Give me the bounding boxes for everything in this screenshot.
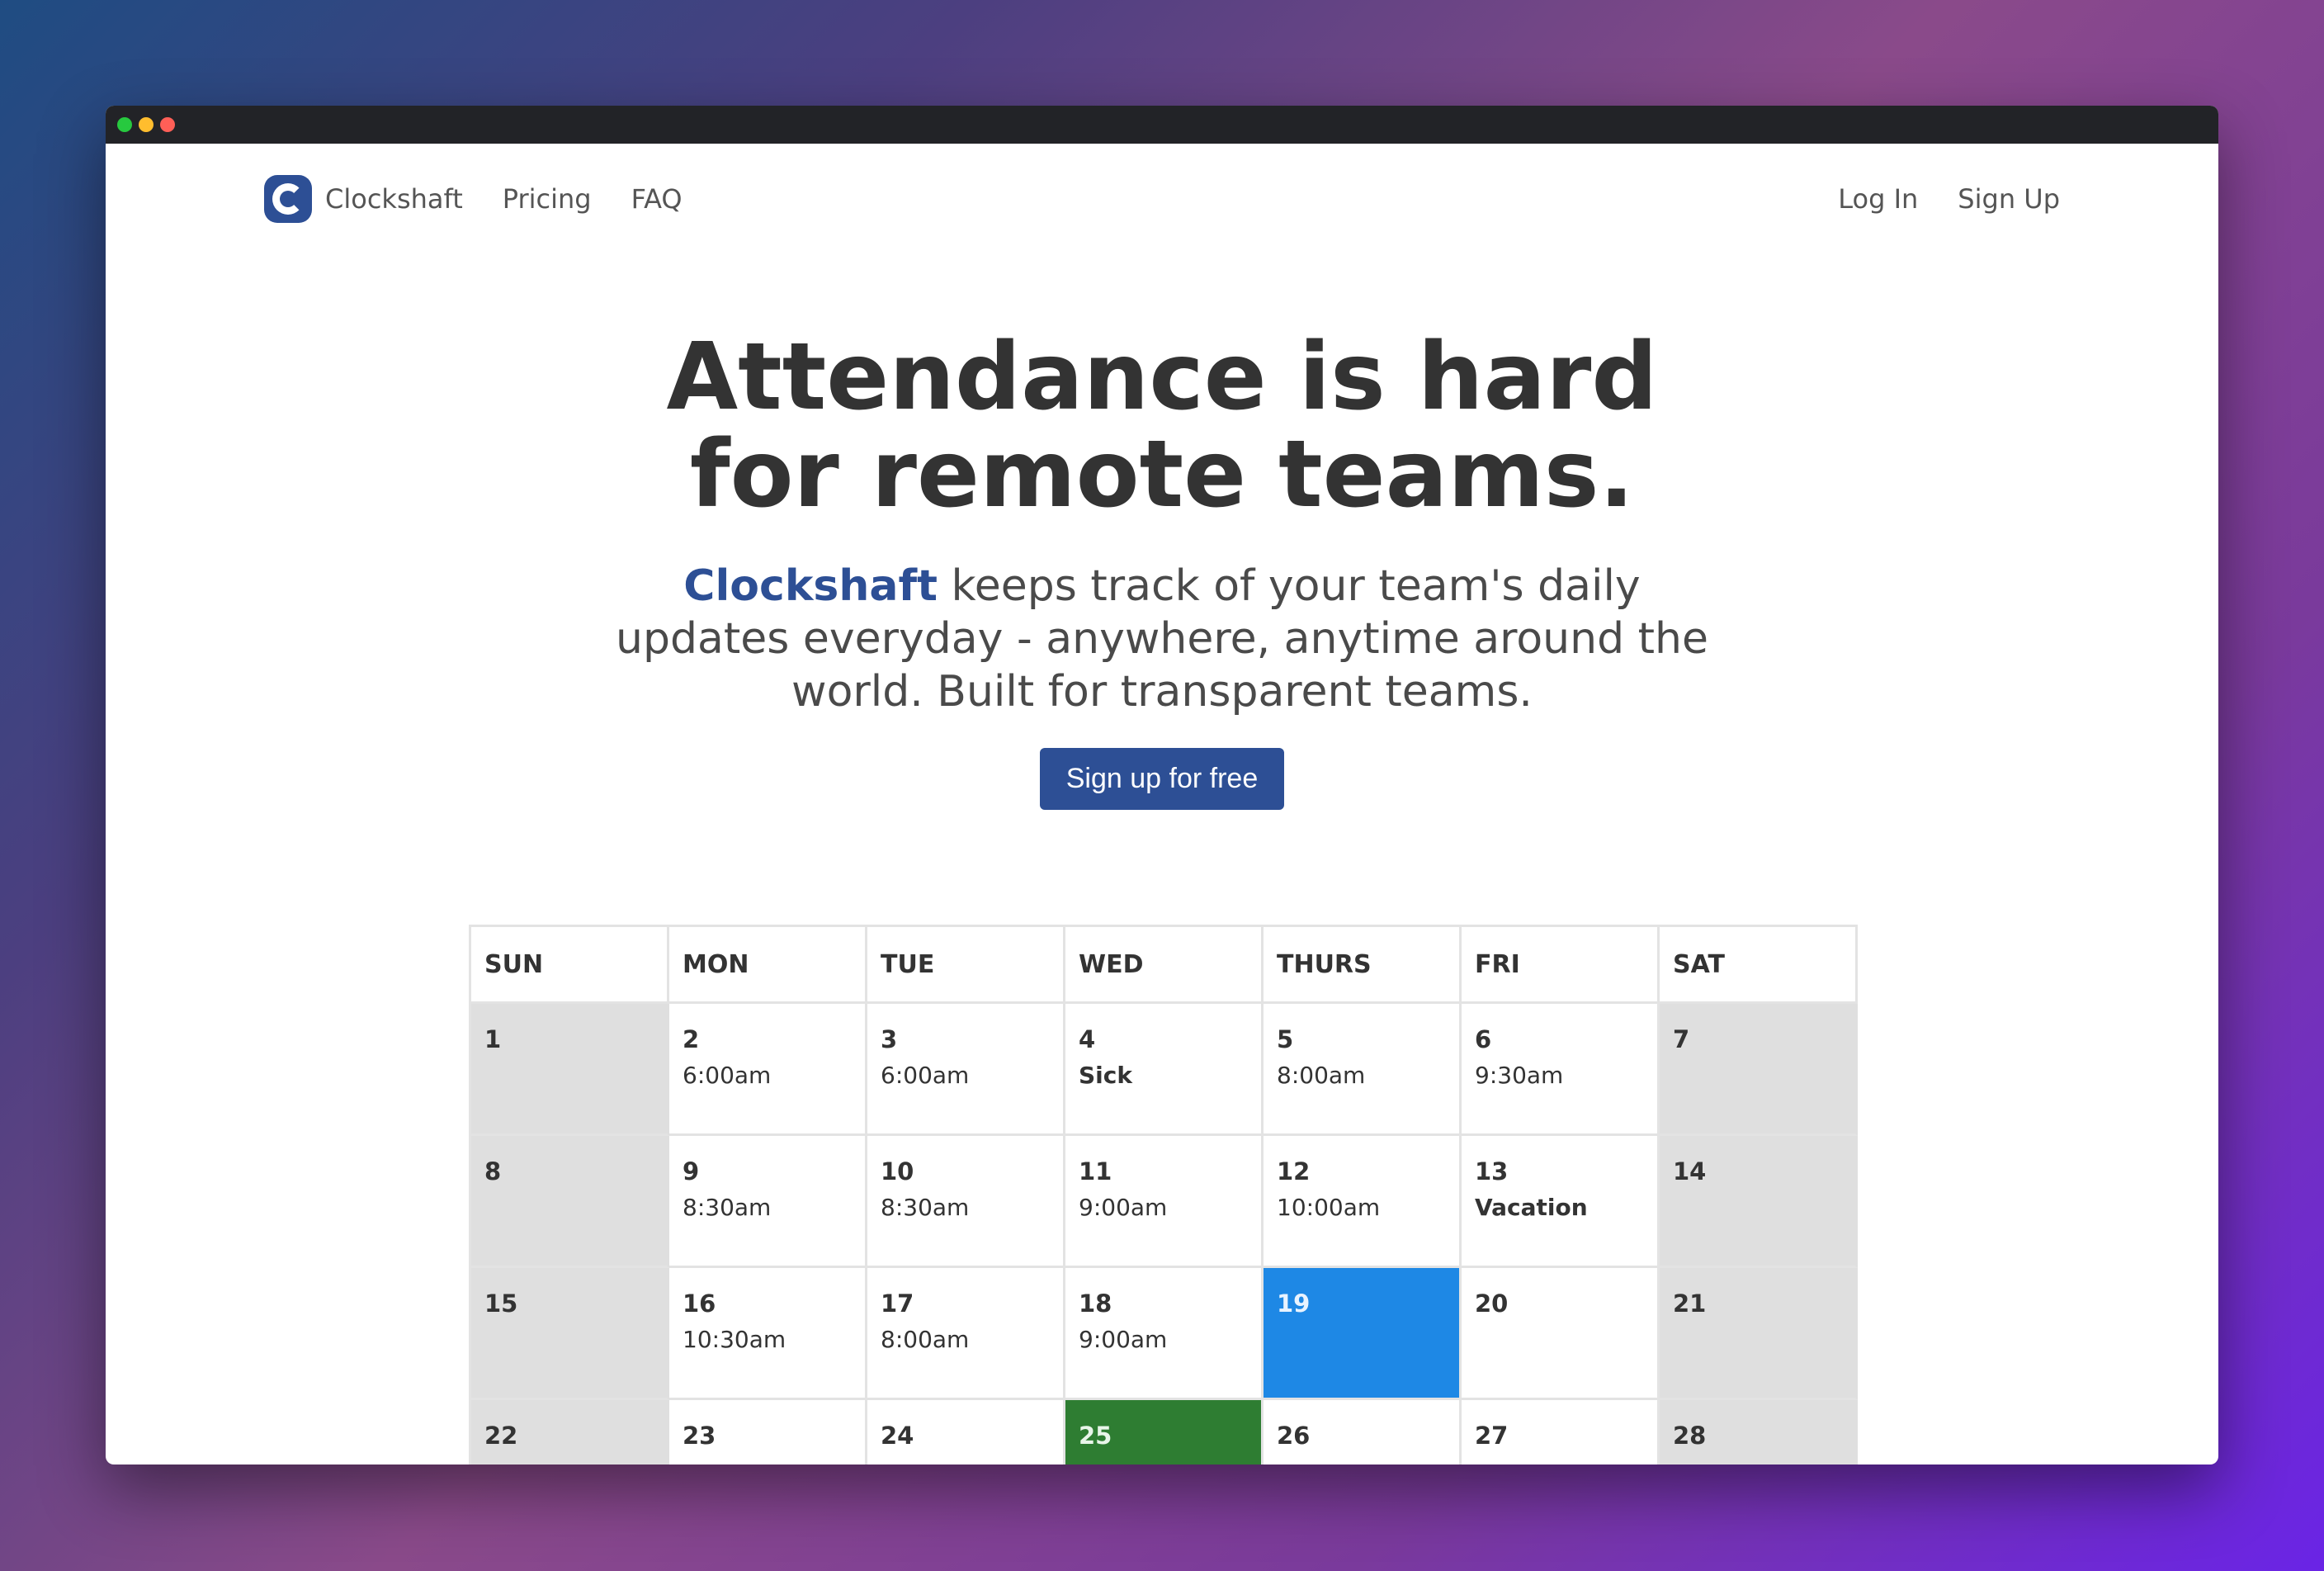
top-nav: Clockshaft Pricing FAQ Log In Sign Up [106, 144, 2218, 254]
calendar-day-cell[interactable]: 28 [1660, 1400, 1858, 1465]
calendar-day-number: 25 [1079, 1422, 1112, 1450]
calendar-day-note: 8:00am [1277, 1062, 1366, 1089]
attendance-calendar: SUN MON TUE WED THURS FRI SAT 1 2 6:00am 3 6:00am 4 S… [469, 925, 1858, 1465]
calendar-day-number: 16 [683, 1289, 716, 1318]
calendar-day-number: 10 [881, 1157, 914, 1185]
calendar-day-number: 6 [1475, 1025, 1492, 1053]
calendar-header-sat: SAT [1660, 927, 1858, 1004]
calendar-day-cell[interactable]: 17 8:00am [867, 1268, 1065, 1400]
window-zoom-dot[interactable] [139, 117, 154, 132]
hero-brand-highlight: Clockshaft [683, 561, 938, 611]
calendar-day-note: 8:00am [881, 1326, 970, 1353]
calendar-day-number: 8 [484, 1157, 502, 1185]
calendar-header-thurs: THURS [1264, 927, 1462, 1004]
calendar-day-number: 22 [484, 1422, 518, 1450]
calendar-day-cell[interactable]: 18 9:00am [1065, 1268, 1264, 1400]
calendar-header-mon: MON [669, 927, 867, 1004]
calendar-day-number: 3 [881, 1025, 898, 1053]
nav-left: Clockshaft Pricing FAQ [264, 175, 722, 223]
calendar-day-cell[interactable]: 21 [1660, 1268, 1858, 1400]
hero-title: Attendance is hard for remote teams. [666, 324, 1658, 528]
calendar-day-note: 6:00am [683, 1062, 772, 1089]
calendar-day-number: 27 [1475, 1422, 1509, 1450]
window-close-dot[interactable] [160, 117, 175, 132]
calendar-day-number: 17 [881, 1289, 914, 1318]
calendar-day-number: 19 [1277, 1289, 1311, 1318]
calendar-day-note: Sick [1079, 1062, 1132, 1089]
calendar-day-cell[interactable]: 7 [1660, 1004, 1858, 1136]
calendar-day-cell[interactable]: 9 8:30am [669, 1136, 867, 1268]
calendar-day-note: Vacation [1475, 1194, 1588, 1221]
calendar-day-note: 9:00am [1079, 1326, 1168, 1353]
calendar-day-note: 9:30am [1475, 1062, 1564, 1089]
calendar-day-cell[interactable]: 1 [471, 1004, 669, 1136]
nav-right: Log In Sign Up [1798, 183, 2060, 215]
calendar-day-cell[interactable]: 16 10:30am [669, 1268, 867, 1400]
calendar-day-note: 6:00am [881, 1062, 970, 1089]
calendar-day-cell[interactable]: 23 [669, 1400, 867, 1465]
calendar-day-number: 11 [1079, 1157, 1112, 1185]
calendar-day-number: 5 [1277, 1025, 1294, 1053]
login-link[interactable]: Log In [1838, 183, 1918, 215]
calendar-header-tue: TUE [867, 927, 1065, 1004]
calendar-day-number: 18 [1079, 1289, 1112, 1318]
calendar-day-number: 23 [683, 1422, 716, 1450]
calendar-day-cell[interactable]: 22 [471, 1400, 669, 1465]
calendar-day-note: 10:30am [683, 1326, 786, 1353]
hero-section: Attendance is hard for remote teams. Clo… [106, 329, 2218, 810]
hero-subtitle: Clockshaft keeps track of your team's da… [593, 560, 1731, 718]
calendar-day-number: 28 [1673, 1422, 1707, 1450]
window-titlebar [106, 106, 2218, 144]
calendar-day-cell[interactable]: 5 8:00am [1264, 1004, 1462, 1136]
calendar-day-number: 14 [1673, 1157, 1707, 1185]
calendar-day-cell[interactable]: 27 [1462, 1400, 1660, 1465]
clockshaft-logo-icon[interactable] [264, 175, 312, 223]
calendar-header-sun: SUN [471, 927, 669, 1004]
calendar-day-note: 8:30am [683, 1194, 772, 1221]
nav-link-pricing[interactable]: Pricing [503, 183, 592, 215]
window-minimize-dot[interactable] [117, 117, 132, 132]
brand-link[interactable]: Clockshaft [325, 183, 463, 215]
calendar-day-cell[interactable]: 20 [1462, 1268, 1660, 1400]
calendar-day-number: 15 [484, 1289, 518, 1318]
browser-window: Clockshaft Pricing FAQ Log In Sign Up At… [106, 106, 2218, 1465]
calendar-day-number: 24 [881, 1422, 914, 1450]
calendar-day-cell[interactable]: 15 [471, 1268, 669, 1400]
calendar-day-cell[interactable]: 13 Vacation [1462, 1136, 1660, 1268]
calendar-day-number: 2 [683, 1025, 700, 1053]
calendar-day-note: 9:00am [1079, 1194, 1168, 1221]
calendar-day-cell[interactable]: 26 [1264, 1400, 1462, 1465]
calendar-day-number: 1 [484, 1025, 502, 1053]
calendar-day-cell[interactable]: 10 8:30am [867, 1136, 1065, 1268]
calendar-day-cell[interactable]: 8 [471, 1136, 669, 1268]
nav-link-faq[interactable]: FAQ [631, 183, 683, 215]
calendar-day-cell[interactable]: 4 Sick [1065, 1004, 1264, 1136]
calendar-header-fri: FRI [1462, 927, 1660, 1004]
signup-link[interactable]: Sign Up [1958, 183, 2060, 215]
calendar-day-cell[interactable]: 3 6:00am [867, 1004, 1065, 1136]
calendar-day-number: 13 [1475, 1157, 1509, 1185]
calendar-day-number: 9 [683, 1157, 700, 1185]
calendar-day-cell[interactable]: 14 [1660, 1136, 1858, 1268]
calendar-day-number: 12 [1277, 1157, 1311, 1185]
calendar-day-cell[interactable]: 6 9:30am [1462, 1004, 1660, 1136]
calendar-day-number: 7 [1673, 1025, 1690, 1053]
calendar-day-number: 21 [1673, 1289, 1707, 1318]
calendar-day-note: 10:00am [1277, 1194, 1381, 1221]
calendar-day-cell[interactable]: 2 6:00am [669, 1004, 867, 1136]
calendar-day-number: 20 [1475, 1289, 1509, 1318]
calendar-day-cell[interactable]: 25 [1065, 1400, 1264, 1465]
calendar-header-wed: WED [1065, 927, 1264, 1004]
calendar-day-cell[interactable]: 11 9:00am [1065, 1136, 1264, 1268]
calendar-day-cell[interactable]: 24 [867, 1400, 1065, 1465]
calendar-day-cell[interactable]: 12 10:00am [1264, 1136, 1462, 1268]
calendar-day-note: 8:30am [881, 1194, 970, 1221]
signup-free-button[interactable]: Sign up for free [1039, 748, 1285, 810]
calendar-day-number: 26 [1277, 1422, 1311, 1450]
calendar-day-cell[interactable]: 19 [1264, 1268, 1462, 1400]
calendar-day-number: 4 [1079, 1025, 1096, 1053]
